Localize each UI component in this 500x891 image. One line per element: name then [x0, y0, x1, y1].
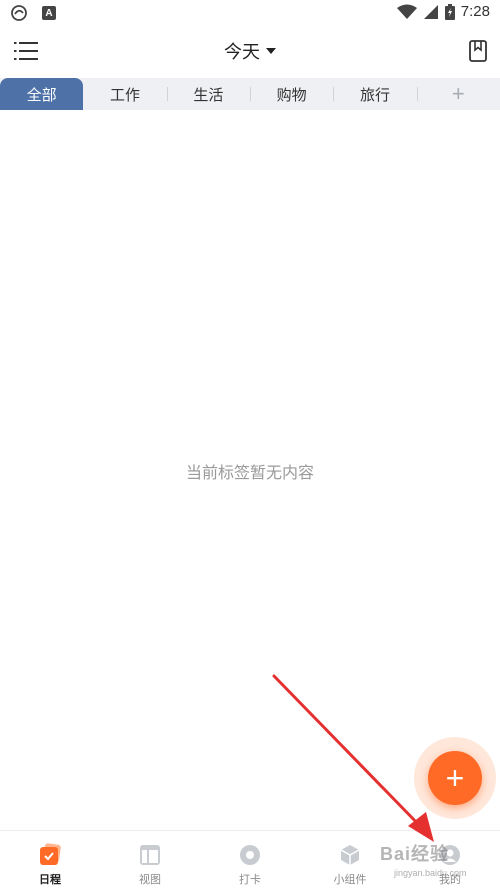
tab-label: 购物 — [276, 85, 307, 104]
nav-label: 打卡 — [239, 873, 261, 886]
app-header: 今天 — [0, 28, 500, 76]
widget-icon — [338, 843, 362, 867]
nav-label: 日程 — [39, 873, 61, 886]
page-title: 今天 — [224, 42, 260, 63]
add-tag-button[interactable]: + — [416, 78, 500, 110]
view-icon — [138, 843, 162, 867]
app-notification-icon — [11, 5, 27, 21]
add-event-button[interactable]: + — [428, 751, 482, 805]
status-badge: A — [42, 6, 56, 20]
bookmark-button[interactable] — [468, 40, 488, 62]
tab-travel[interactable]: 旅行 — [333, 78, 416, 110]
status-time: 7:28 — [460, 3, 490, 20]
watermark-url: jingyan.baidu.com — [394, 868, 467, 878]
checkin-icon — [238, 843, 262, 867]
plus-icon: + — [445, 760, 465, 796]
tab-label: 工作 — [109, 85, 140, 104]
watermark: Bai经验 — [380, 844, 450, 864]
nav-label: 视图 — [139, 873, 161, 886]
nav-item-view[interactable]: 视图 — [100, 831, 200, 891]
caret-down-icon — [266, 48, 276, 54]
tag-tabs: 全部 工作 生活 购物 旅行 + — [0, 78, 500, 110]
signal-icon — [423, 4, 438, 19]
tab-all[interactable]: 全部 — [0, 78, 84, 110]
schedule-icon — [38, 843, 62, 867]
status-bar: A 7:28 — [0, 0, 500, 28]
title-wrap: 今天 — [0, 38, 500, 64]
wifi-icon — [396, 4, 417, 19]
tab-label: 生活 — [193, 85, 224, 104]
nav-label: 小组件 — [333, 873, 367, 886]
date-dropdown[interactable]: 今天 — [224, 38, 276, 64]
status-left: A — [10, 4, 56, 22]
nav-item-schedule[interactable]: 日程 — [0, 831, 100, 891]
status-right: 7:28 — [396, 3, 490, 20]
tab-label: 旅行 — [359, 85, 390, 104]
tab-shopping[interactable]: 购物 — [249, 78, 333, 110]
empty-state-text: 当前标签暂无内容 — [185, 463, 314, 482]
tab-label: 全部 — [26, 85, 57, 104]
plus-icon: + — [451, 81, 465, 106]
tab-work[interactable]: 工作 — [83, 78, 166, 110]
nav-item-checkin[interactable]: 打卡 — [200, 831, 300, 891]
battery-icon — [444, 3, 455, 20]
bookmark-icon — [469, 40, 487, 62]
tab-life[interactable]: 生活 — [166, 78, 250, 110]
